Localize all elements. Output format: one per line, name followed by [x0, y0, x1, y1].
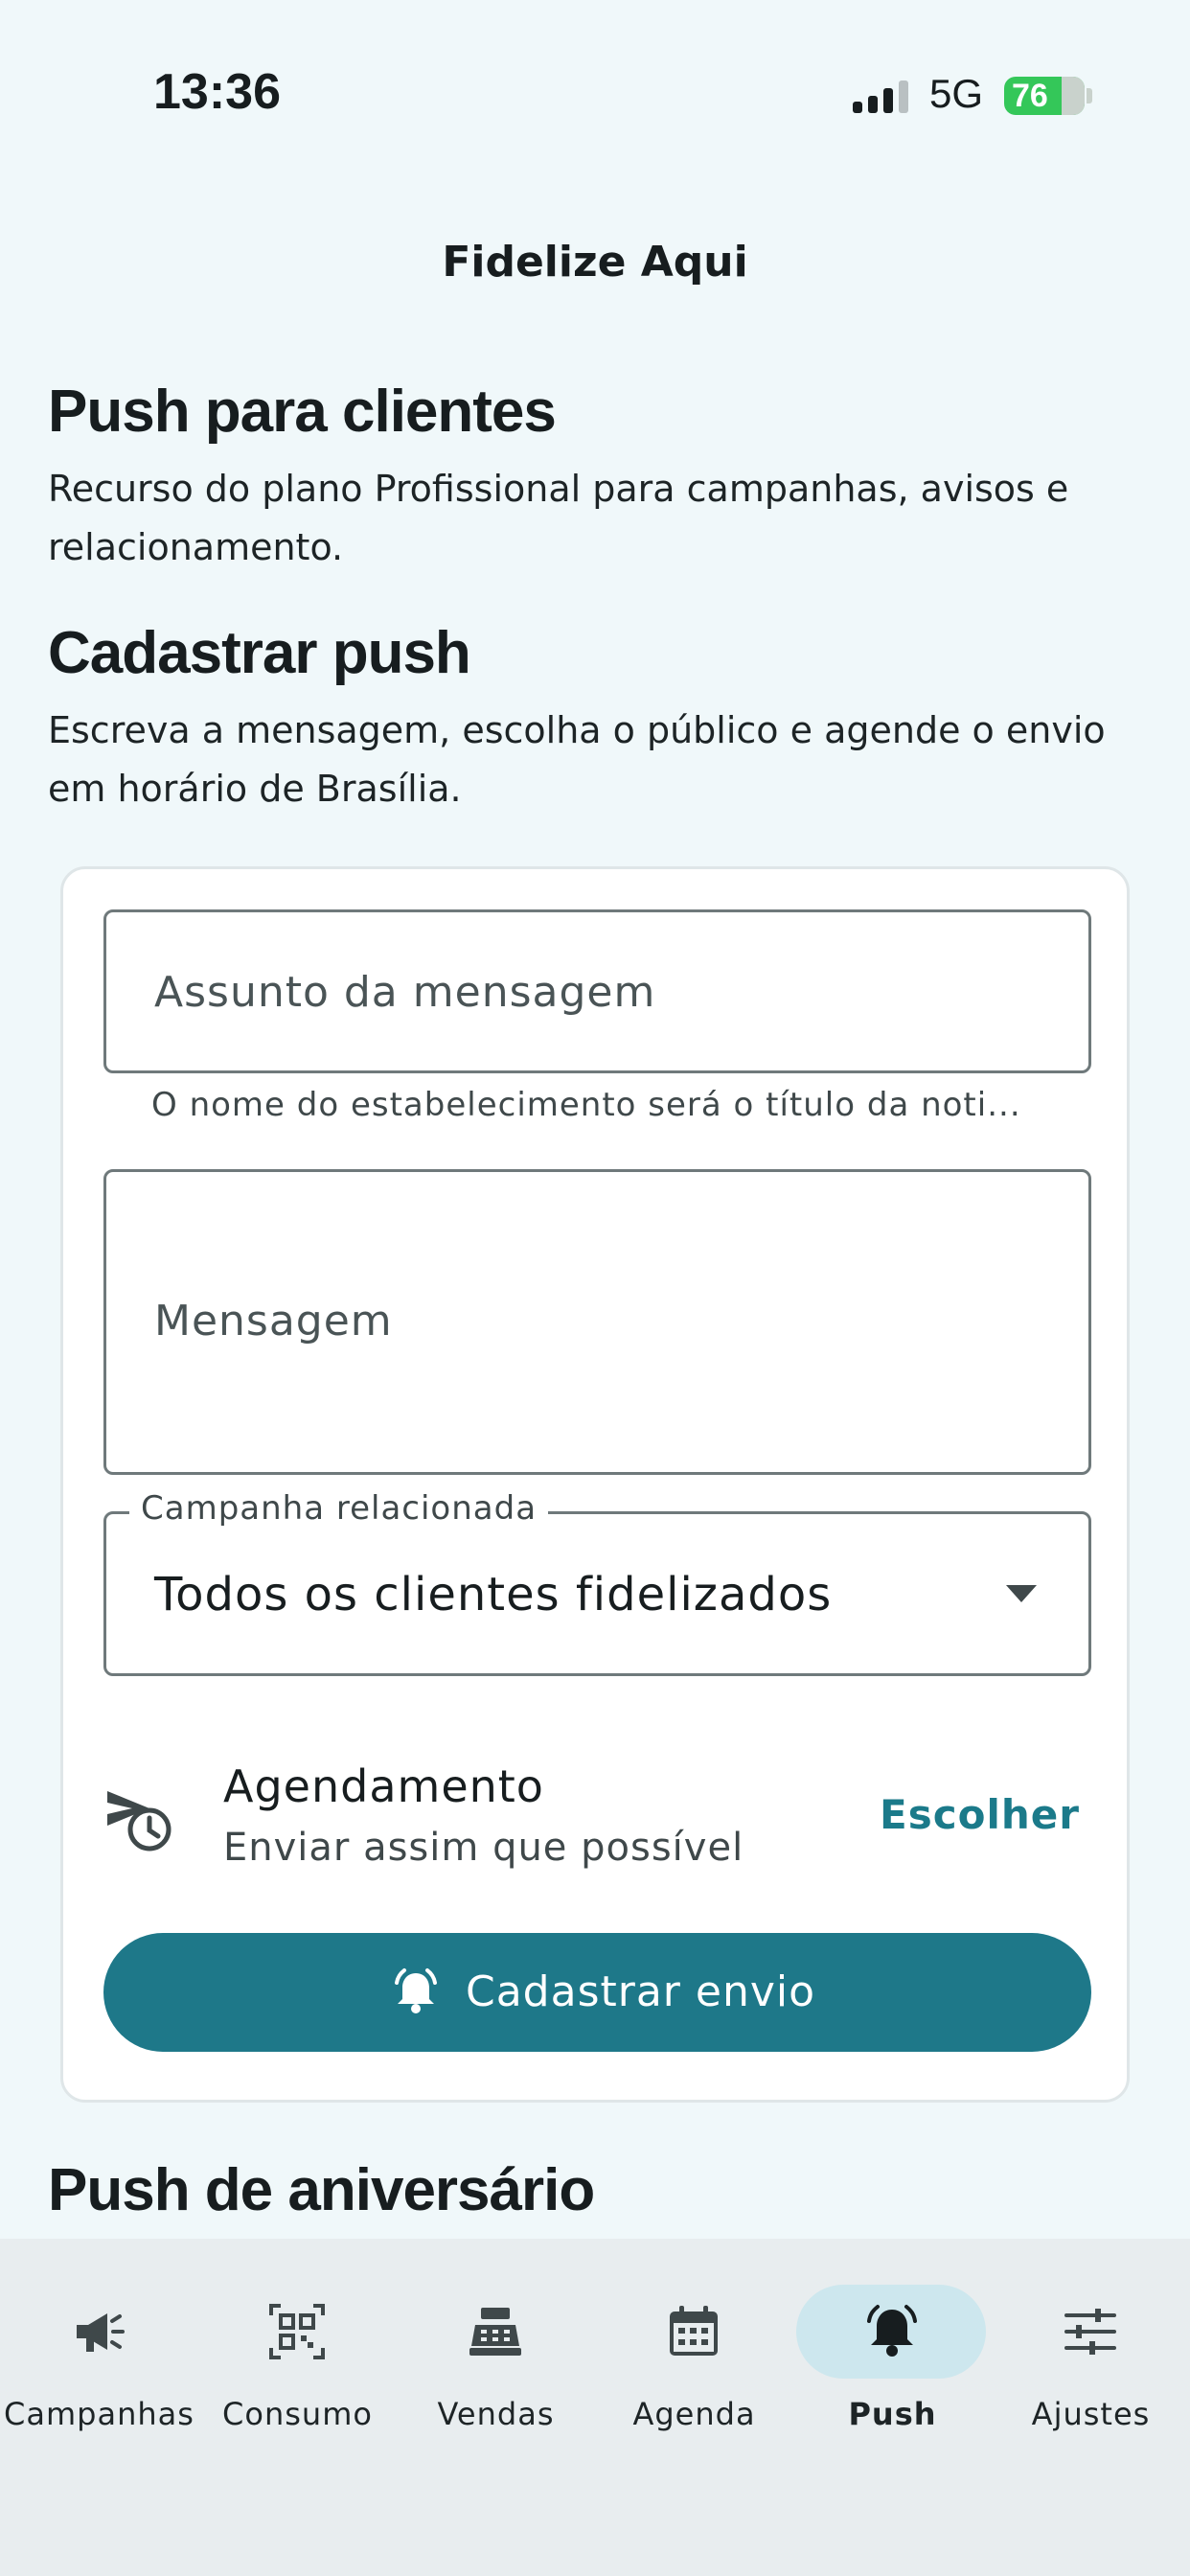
nav-label-campanhas: Campanhas	[4, 2396, 195, 2432]
campaign-select-value: Todos os clientes fidelizados	[154, 1568, 833, 1622]
schedule-value: Enviar assim que possível	[223, 1826, 744, 1870]
push-section-description: Recurso do plano Profissional para campa…	[48, 468, 1069, 568]
cash-register-icon	[469, 2308, 521, 2356]
status-time: 13:36	[153, 64, 281, 120]
calendar-icon	[670, 2306, 718, 2356]
birthday-section-title: Push de aniversário	[48, 2157, 595, 2223]
qr-code-icon	[269, 2304, 325, 2359]
screen: 13:36 5G 76 Fidelize Aqui Push para clie…	[0, 0, 1190, 2576]
battery-level: 76	[1012, 78, 1048, 114]
nav-item-ajustes[interactable]: Ajustes	[992, 2285, 1190, 2438]
nav-label-push: Push	[848, 2396, 937, 2432]
register-send-button[interactable]: Cadastrar envio	[103, 1933, 1091, 2052]
schedule-title: Agendamento	[223, 1760, 544, 1812]
bottom-navigation: Campanhas Consumo Vendas Agenda Push Aju…	[0, 2239, 1190, 2576]
dropdown-caret-icon	[1006, 1585, 1037, 1602]
register-section-description: Escreva a mensagem, escolha o público e …	[48, 709, 1106, 810]
signal-icon	[853, 80, 908, 113]
nav-label-vendas: Vendas	[437, 2396, 555, 2432]
push-section-title: Push para clientes	[48, 379, 557, 445]
nav-item-consumo[interactable]: Consumo	[198, 2285, 397, 2438]
nav-item-campanhas[interactable]: Campanhas	[0, 2285, 198, 2438]
status-bar: 13:36 5G 76	[0, 0, 1190, 192]
nav-label-agenda: Agenda	[632, 2396, 756, 2432]
bell-icon	[867, 2305, 917, 2357]
nav-label-consumo: Consumo	[222, 2396, 373, 2432]
scheduled-send-icon	[107, 1791, 172, 1852]
sliders-icon	[1064, 2309, 1116, 2355]
battery-indicator: 76	[1004, 77, 1085, 115]
register-section-title: Cadastrar push	[48, 620, 471, 686]
megaphone-icon	[77, 2313, 125, 2352]
app-title: Fidelize Aqui	[442, 238, 748, 287]
network-type: 5G	[929, 71, 984, 116]
bell-ring-icon	[395, 1968, 437, 2013]
nav-label-ajustes: Ajustes	[1031, 2396, 1151, 2432]
register-send-label: Cadastrar envio	[466, 1967, 816, 2016]
message-placeholder: Mensagem	[154, 1297, 393, 1346]
campaign-select-label: Campanha relacionada	[129, 1489, 549, 1528]
nav-item-push[interactable]: Push	[793, 2285, 992, 2438]
nav-item-agenda[interactable]: Agenda	[595, 2285, 793, 2438]
nav-item-vendas[interactable]: Vendas	[397, 2285, 595, 2438]
campaign-select[interactable]: Campanha relacionada Todos os clientes f…	[103, 1489, 1091, 1676]
message-input[interactable]: Mensagem	[103, 1169, 1091, 1475]
choose-schedule-button[interactable]: Escolher	[880, 1791, 1080, 1838]
subject-input[interactable]: Assunto da mensagem	[103, 909, 1091, 1073]
battery-empty-part	[1062, 77, 1085, 115]
subject-helper-text: O nome do estabelecimento será o título …	[151, 1086, 1021, 1124]
battery-nub	[1087, 88, 1092, 104]
subject-placeholder: Assunto da mensagem	[154, 968, 656, 1017]
push-form-card: Assunto da mensagem O nome do estabeleci…	[60, 866, 1130, 2103]
